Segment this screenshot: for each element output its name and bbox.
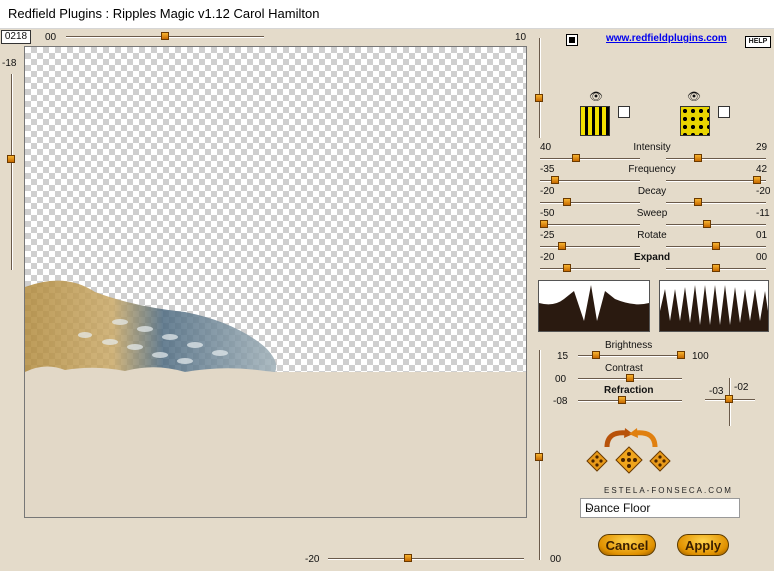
param-2-right-knob[interactable] <box>693 198 702 206</box>
website-link[interactable]: www.redfieldplugins.com <box>606 33 727 44</box>
bottom-slider-knob[interactable] <box>404 554 412 562</box>
param-5-left-knob[interactable] <box>563 264 571 272</box>
param-0-right-knob[interactable] <box>693 154 702 162</box>
apply-button[interactable]: Apply <box>677 534 729 556</box>
eye-icon[interactable]: 👁 <box>687 90 701 103</box>
param-1-left-knob[interactable] <box>551 176 560 184</box>
title-bar: Redfield Plugins : Ripples Magic v1.12 C… <box>0 0 774 29</box>
param-2-label: Decay <box>637 186 667 197</box>
ripple-preview-image <box>25 280 285 377</box>
left-slider-knob[interactable] <box>7 155 15 163</box>
waveform-2-graphic <box>660 285 768 331</box>
preset-select[interactable]: Dance Floor ⌄ <box>580 498 740 518</box>
stripe-pattern-thumbnail[interactable] <box>580 106 610 136</box>
random-small-die-icon[interactable] <box>586 450 608 472</box>
random-die-icon[interactable] <box>615 446 643 474</box>
dot-pattern-thumbnail[interactable] <box>680 106 710 136</box>
param-2-left-track[interactable] <box>540 202 640 204</box>
help-button[interactable]: HELP <box>745 36 771 48</box>
refraction-value: -08 <box>553 396 568 407</box>
left-slider-value: -18 <box>2 58 17 69</box>
top-slider-knob[interactable] <box>161 32 169 40</box>
offset-y-value: -02 <box>734 382 749 393</box>
brightness-label: Brightness <box>605 340 653 351</box>
param-3-right-track[interactable] <box>666 224 766 226</box>
param-5-left-track[interactable] <box>540 268 640 270</box>
offset-knob[interactable] <box>725 395 733 403</box>
waveform-preview-1 <box>538 280 650 332</box>
top-slider-min: 00 <box>45 32 57 43</box>
param-3-right-value: -11 <box>756 208 770 219</box>
random-small-die-icon[interactable] <box>649 450 671 472</box>
brightness-max-value: 100 <box>692 351 709 362</box>
param-5-right-knob[interactable] <box>712 264 720 272</box>
cancel-button[interactable]: Cancel <box>598 534 656 556</box>
param-1-right-value: 42 <box>756 164 768 175</box>
right-vertical-slider-knob[interactable] <box>535 452 543 461</box>
brightness-knob-max[interactable] <box>677 351 685 359</box>
frame-counter: 0218 <box>1 30 31 44</box>
param-2-left-knob[interactable] <box>563 198 571 206</box>
preview-canvas[interactable] <box>24 46 527 518</box>
offset-x-value: -03 <box>709 386 724 397</box>
refraction-track[interactable] <box>578 400 682 402</box>
param-3-left-value: -50 <box>540 208 555 219</box>
param-2-right-track[interactable] <box>666 202 766 204</box>
param-3-left-track[interactable] <box>540 224 640 226</box>
param-0-label: Intensity <box>633 142 671 153</box>
param-3-left-knob[interactable] <box>540 220 548 228</box>
param-3-label: Sweep <box>636 208 668 219</box>
param-4-right-knob[interactable] <box>712 242 720 250</box>
param-4-right-value: 01 <box>756 230 768 241</box>
param-0-right-value: 29 <box>756 142 768 153</box>
param-0-left-value: 40 <box>540 142 552 153</box>
waveform-1-graphic <box>539 285 649 331</box>
param-0-left-knob[interactable] <box>572 154 581 162</box>
bottom-slider-value: -20 <box>305 554 320 565</box>
top-slider-max: 10 <box>515 32 527 43</box>
param-4-label: Rotate <box>637 230 667 241</box>
param-4-left-value: -25 <box>540 230 555 241</box>
chevron-down-icon: ⌄ <box>585 502 594 513</box>
brightness-min-value: 15 <box>557 351 569 362</box>
param-2-right-value: -20 <box>756 186 771 197</box>
param-1-right-knob[interactable] <box>753 176 762 184</box>
param-0-left-track[interactable] <box>540 158 640 160</box>
waveform-preview-2 <box>659 280 769 332</box>
param-5-left-value: -20 <box>540 252 555 263</box>
param-1-label: Frequency <box>628 164 676 175</box>
right-vertical-slider-value: 00 <box>550 554 562 565</box>
refraction-label: Refraction <box>604 385 654 396</box>
param-4-left-knob[interactable] <box>558 242 567 250</box>
param-1-left-value: -35 <box>540 164 555 175</box>
param-3-right-knob[interactable] <box>702 220 711 228</box>
refraction-knob[interactable] <box>618 396 626 404</box>
brightness-knob-min[interactable] <box>592 351 600 359</box>
dot-pattern-checkbox[interactable] <box>718 106 730 118</box>
upper-right-slider-track[interactable] <box>539 38 541 138</box>
contrast-label: Contrast <box>605 363 643 374</box>
contrast-value: 00 <box>555 374 567 385</box>
param-4-left-track[interactable] <box>540 246 640 248</box>
bottom-slider-track[interactable] <box>328 558 524 560</box>
eye-icon[interactable]: 👁 <box>589 90 603 103</box>
color-swatch[interactable] <box>566 34 578 46</box>
window-title: Redfield Plugins : Ripples Magic v1.12 C… <box>8 6 320 21</box>
param-1-right-track[interactable] <box>666 180 766 182</box>
stripe-pattern-checkbox[interactable] <box>618 106 630 118</box>
upper-right-slider-knob[interactable] <box>535 94 543 102</box>
param-5-label: Expand <box>633 252 671 263</box>
left-slider-track[interactable] <box>11 74 13 270</box>
contrast-knob[interactable] <box>626 374 634 382</box>
credit-watermark: ESTELA-FONSECA.COM <box>604 486 733 495</box>
param-0-right-track[interactable] <box>666 158 766 160</box>
param-2-left-value: -20 <box>540 186 555 197</box>
param-5-right-value: 00 <box>756 252 768 263</box>
